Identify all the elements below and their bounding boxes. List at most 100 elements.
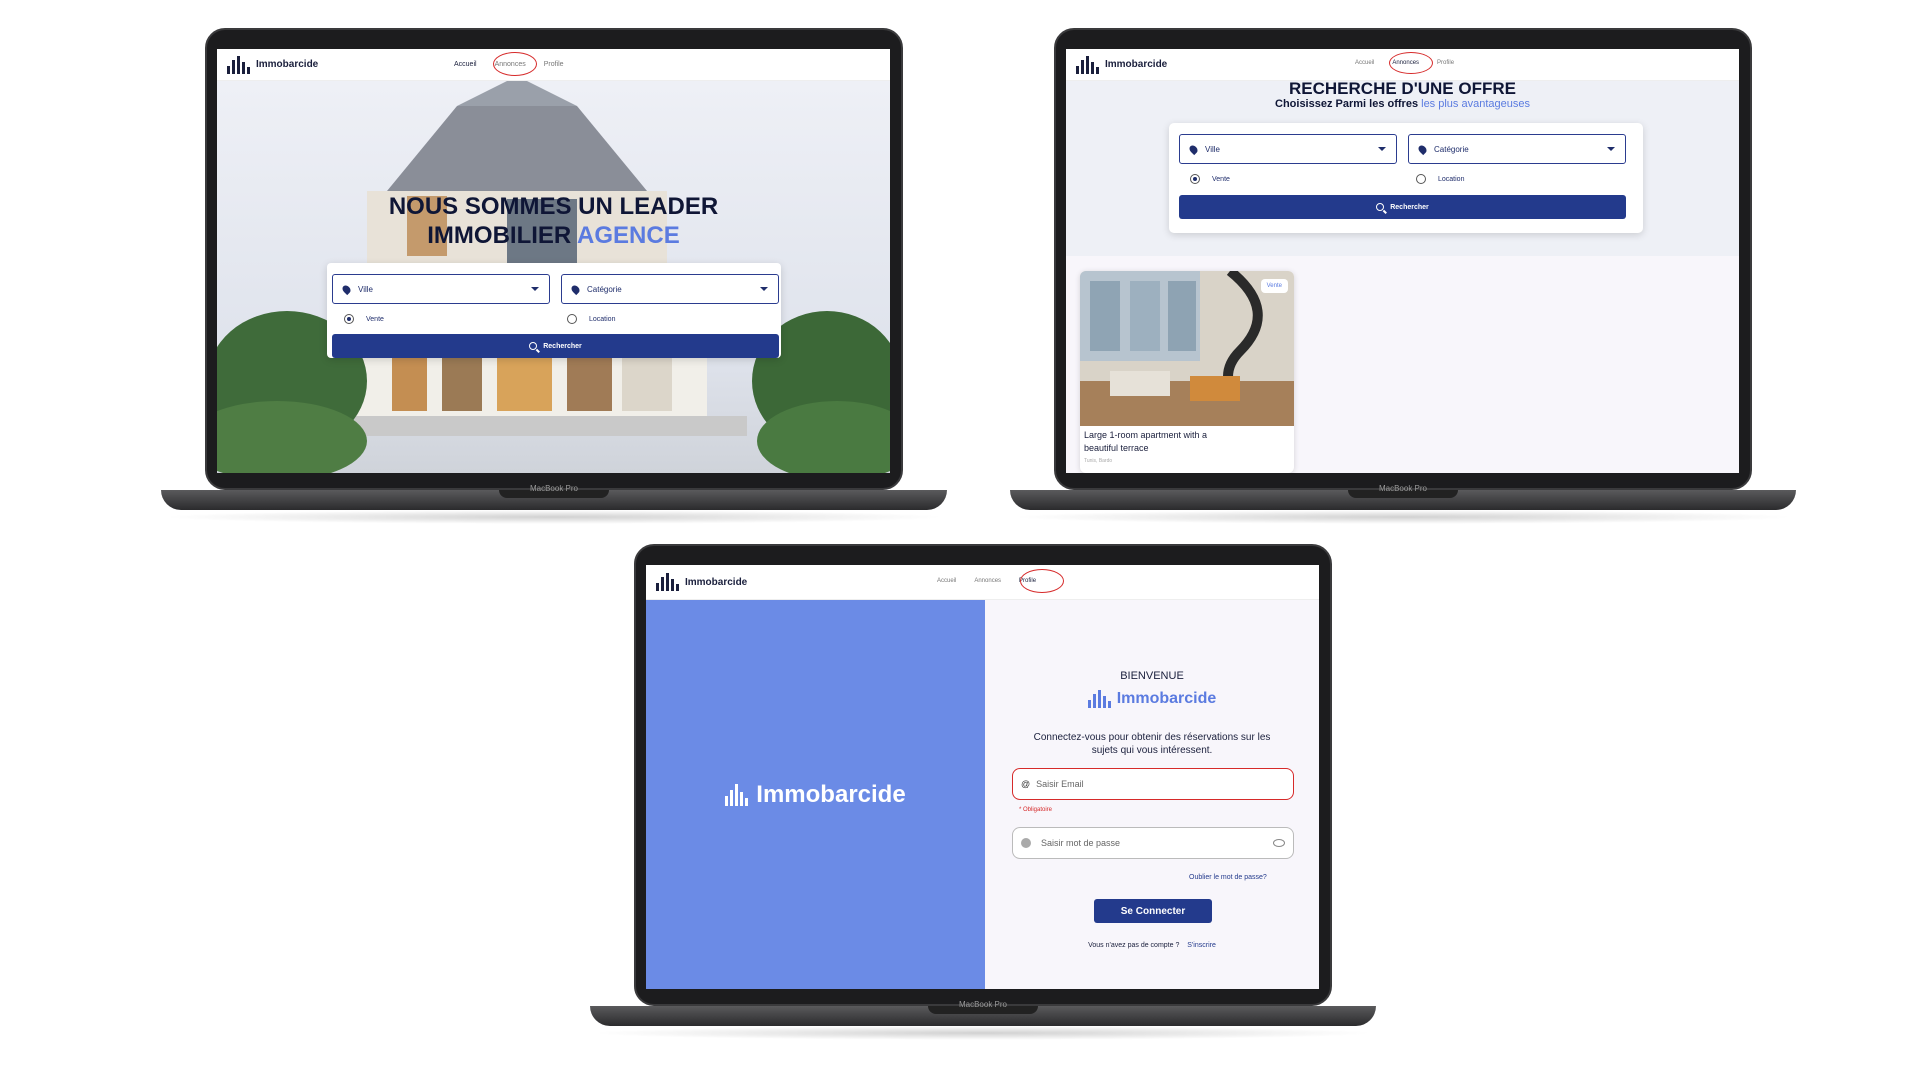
category-select[interactable]: Catégorie xyxy=(1408,134,1626,164)
listing-badge: Vente xyxy=(1260,279,1288,293)
at-sign-icon: @ xyxy=(1021,779,1031,789)
search-icon xyxy=(529,342,538,350)
signup-row: Vous n'avez pas de compte ? S'inscrire xyxy=(985,942,1319,949)
location-pin-icon xyxy=(569,283,582,295)
hero-title-line2: IMMOBILIER xyxy=(427,222,572,249)
radio-rent[interactable]: Location xyxy=(1416,174,1464,184)
chevron-down-icon xyxy=(1607,147,1615,151)
navbar: Immobarcide Accueil Annonces Profile xyxy=(646,565,1319,600)
brand-name: Immobarcide xyxy=(685,576,748,588)
login-brand-name: Immobarcide xyxy=(1116,690,1217,707)
radio-rent[interactable]: Location xyxy=(567,314,615,324)
login-intro-line2: sujets qui vous intéressent. xyxy=(1091,745,1213,756)
eye-icon[interactable] xyxy=(1273,839,1285,847)
building-logo-icon xyxy=(227,55,250,74)
category-select-label: Catégorie xyxy=(1434,144,1469,154)
category-select-label: Catégorie xyxy=(587,284,622,294)
brand-name: Immobarcide xyxy=(1105,59,1168,70)
brand-logo[interactable]: Immobarcide xyxy=(1076,55,1168,74)
brand-logo[interactable]: Immobarcide xyxy=(227,55,319,74)
location-pin-icon xyxy=(1187,143,1200,155)
listings-subtitle-main: Choisissez Parmi les offres xyxy=(1275,98,1419,110)
hero-title: NOUS SOMMES UN LEADER IMMOBILIER AGENCE xyxy=(217,192,890,250)
no-account-text: Vous n'avez pas de compte ? xyxy=(1088,942,1180,949)
signup-link[interactable]: S'inscrire xyxy=(1187,942,1216,949)
password-placeholder: Saisir mot de passe xyxy=(1041,838,1121,848)
building-logo-icon xyxy=(1076,55,1099,74)
building-logo-icon xyxy=(656,573,679,591)
radio-rent-label: Location xyxy=(1438,175,1465,183)
lock-icon xyxy=(1021,838,1031,848)
password-field[interactable]: Saisir mot de passe xyxy=(1012,827,1294,859)
laptop-shadow xyxy=(161,510,947,524)
login-screen: Immobarcide Immobarcide Accueil Annonces… xyxy=(646,565,1319,989)
login-button-label: Se Connecter xyxy=(1120,905,1186,917)
radio-sale[interactable]: Vente xyxy=(1190,174,1230,184)
chevron-down-icon xyxy=(531,287,539,291)
search-button[interactable]: Rechercher xyxy=(1179,195,1626,219)
device-label: MacBook Pro xyxy=(529,484,579,493)
welcome-heading: BIENVENUE xyxy=(1120,670,1184,682)
search-button-label: Rechercher xyxy=(543,342,582,350)
device-label: MacBook Pro xyxy=(1378,484,1428,493)
radio-sale-label: Vente xyxy=(1212,175,1230,183)
listings-subtitle: Choisissez Parmi les offres les plus ava… xyxy=(1066,98,1739,110)
chevron-down-icon xyxy=(760,287,768,291)
hero-title-highlight: AGENCE xyxy=(577,222,680,249)
nav-home[interactable]: Accueil xyxy=(937,578,956,584)
radio-sale[interactable]: Vente xyxy=(344,314,384,324)
location-pin-icon xyxy=(340,283,353,295)
listings-title: RECHERCHE D'UNE OFFRE xyxy=(1289,79,1516,98)
search-icon xyxy=(1376,203,1385,211)
login-brand: Immobarcide xyxy=(985,690,1319,708)
brand-name: Immobarcide xyxy=(256,59,319,70)
side-brand-name: Immobarcide xyxy=(756,780,906,808)
home-screen: Immobarcide Accueil Annonces Profile NOU… xyxy=(217,49,890,473)
device-label: MacBook Pro xyxy=(958,1000,1008,1009)
navbar: Immobarcide Accueil Annonces Profile xyxy=(217,49,890,81)
nav-home[interactable]: Accueil xyxy=(454,61,477,68)
nav-profile[interactable]: Profile xyxy=(1437,60,1454,66)
login-button[interactable]: Se Connecter xyxy=(1094,899,1212,923)
search-button[interactable]: Rechercher xyxy=(332,334,779,358)
city-select[interactable]: Ville xyxy=(1179,134,1397,164)
radio-sale-label: Vente xyxy=(366,315,384,323)
forgot-password-link[interactable]: Oublier le mot de passe? xyxy=(1189,874,1267,881)
location-pin-icon xyxy=(1416,143,1429,155)
laptop-shadow xyxy=(1010,510,1796,524)
radio-selected-icon xyxy=(1190,174,1200,184)
city-select-label: Ville xyxy=(358,284,373,294)
annotation-circle xyxy=(1389,52,1433,74)
navbar: Immobarcide Accueil Annonces Profile xyxy=(1066,49,1739,81)
email-required-error: * Obligatoire xyxy=(1019,807,1053,813)
radio-unselected-icon xyxy=(1416,174,1426,184)
laptop-shadow xyxy=(590,1026,1376,1040)
login-side-panel: Immobarcide xyxy=(646,600,985,989)
building-logo-icon xyxy=(1087,690,1111,708)
login-intro-line1: Connectez-vous pour obtenir des réservat… xyxy=(1033,732,1271,743)
email-field[interactable]: @ Saisir Email xyxy=(1012,768,1294,800)
listing-title-line1: Large 1-room apartment with a xyxy=(1084,430,1208,440)
annotation-circle xyxy=(493,52,537,76)
chevron-down-icon xyxy=(1378,147,1386,151)
listings-subtitle-highlight: les plus avantageuses xyxy=(1421,98,1530,110)
nav-profile[interactable]: Profile xyxy=(544,61,564,68)
radio-unselected-icon xyxy=(567,314,577,324)
listing-title-line2: beautiful terrace xyxy=(1084,443,1149,453)
brand-logo[interactable]: Immobarcide xyxy=(656,573,747,591)
hero-title-line1: NOUS SOMMES UN LEADER xyxy=(388,193,719,220)
login-intro: Connectez-vous pour obtenir des réservat… xyxy=(985,731,1319,757)
radio-rent-label: Location xyxy=(589,315,616,323)
city-select[interactable]: Ville xyxy=(332,274,550,304)
listing-photo xyxy=(1080,271,1294,426)
building-logo-icon xyxy=(725,783,749,806)
nav-listings[interactable]: Annonces xyxy=(974,578,1001,584)
listings-screen: Immobarcide Accueil Annonces Profile REC… xyxy=(1066,49,1739,473)
category-select[interactable]: Catégorie xyxy=(561,274,779,304)
city-select-label: Ville xyxy=(1205,144,1220,154)
listing-card[interactable]: Vente Large 1-room apartment with a beau… xyxy=(1080,271,1294,473)
nav-home[interactable]: Accueil xyxy=(1355,60,1374,66)
email-placeholder: Saisir Email xyxy=(1036,779,1084,789)
radio-selected-icon xyxy=(344,314,354,324)
search-button-label: Rechercher xyxy=(1390,203,1429,211)
